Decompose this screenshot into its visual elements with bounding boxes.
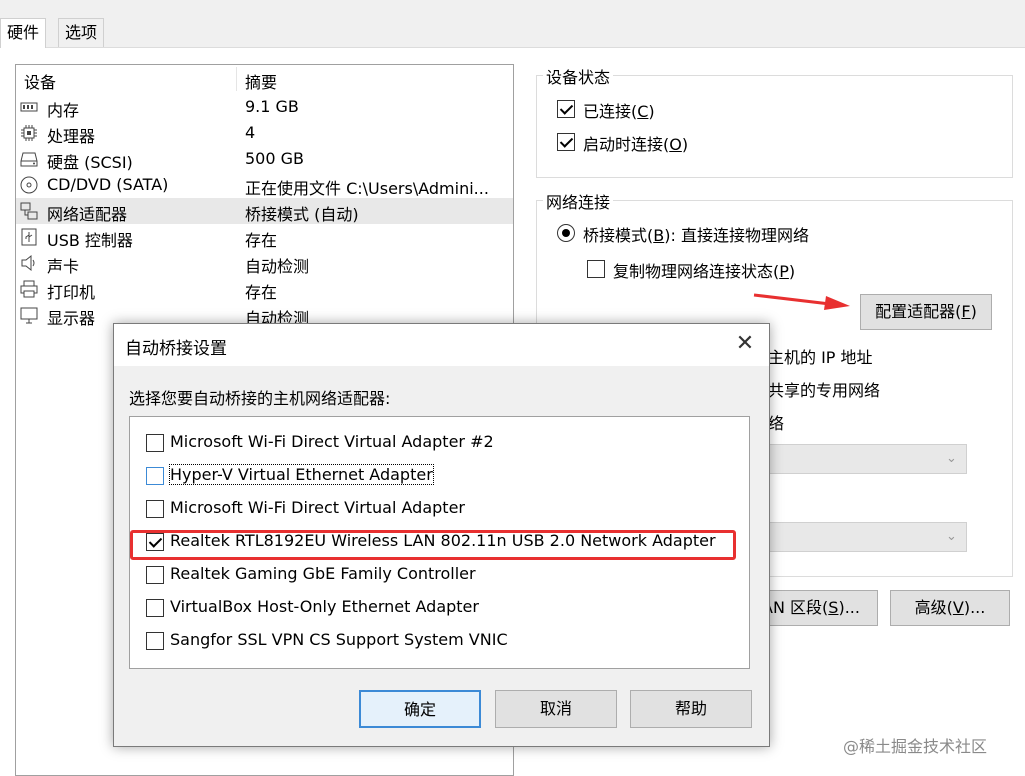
- chevron-down-icon: ⌄: [946, 529, 957, 544]
- adapter-checkbox[interactable]: [146, 434, 164, 452]
- device-row-processor[interactable]: 处理器 4: [16, 120, 513, 146]
- nat-mode-partial-text: 主机的 IP 地址: [768, 348, 873, 367]
- network-connection-title: 网络连接: [543, 189, 614, 213]
- column-header-device[interactable]: 设备: [24, 69, 56, 93]
- device-name: USB 控制器: [47, 231, 133, 250]
- display-icon: [20, 306, 38, 324]
- cd-dvd-icon: [20, 176, 38, 194]
- connected-checkbox[interactable]: [557, 100, 575, 118]
- bridged-label[interactable]: 桥接模式(B): 直接连接物理网络: [583, 222, 809, 246]
- device-row-cd-dvd[interactable]: CD/DVD (SATA) 正在使用文件 C:\Users\Admini...: [16, 172, 513, 198]
- device-row-memory[interactable]: 内存 9.1 GB: [16, 94, 513, 120]
- cpu-icon: [20, 124, 38, 142]
- device-summary: 存在: [245, 283, 278, 302]
- help-button[interactable]: 帮助: [630, 690, 752, 728]
- adapter-checkbox[interactable]: [146, 599, 164, 617]
- adapter-label: Realtek Gaming GbE Family Controller: [170, 564, 476, 583]
- dialog-title: 自动桥接设置: [125, 339, 227, 359]
- close-icon[interactable]: ✕: [732, 331, 758, 357]
- harddisk-icon: [20, 150, 38, 168]
- ok-button[interactable]: 确定: [359, 690, 481, 728]
- device-name: 处理器: [47, 127, 96, 146]
- device-summary: 9.1 GB: [245, 97, 299, 116]
- configure-adapters-button[interactable]: 配置适配器(F): [860, 294, 992, 330]
- dialog-prompt: 选择您要自动桥接的主机网络适配器:: [129, 389, 391, 408]
- tab-options[interactable]: 选项: [58, 18, 105, 47]
- memory-icon: [20, 98, 38, 116]
- adapter-checkbox[interactable]: [146, 566, 164, 584]
- network-adapter-icon: [20, 202, 38, 220]
- watermark: @稀土掘金技术社区: [843, 737, 988, 756]
- device-name: 硬盘 (SCSI): [47, 153, 133, 172]
- tab-hardware[interactable]: 硬件: [0, 18, 47, 48]
- device-name: 声卡: [47, 257, 80, 276]
- replicate-state-checkbox[interactable]: [587, 260, 605, 278]
- highlight-annotation-box: [130, 530, 736, 560]
- column-header-summary[interactable]: 摘要: [245, 69, 277, 93]
- replicate-state-label[interactable]: 复制物理网络连接状态(P): [613, 258, 795, 282]
- device-name: 网络适配器: [47, 205, 128, 224]
- device-name: 内存: [47, 101, 80, 120]
- custom-partial-text: 络: [768, 414, 785, 433]
- device-list-header: 设备 摘要: [16, 65, 513, 93]
- usb-icon: [20, 228, 38, 246]
- device-status-title: 设备状态: [543, 64, 614, 88]
- cancel-button[interactable]: 取消: [495, 690, 617, 728]
- adapter-label: VirtualBox Host-Only Ethernet Adapter: [170, 597, 479, 616]
- advanced-button[interactable]: 高级(V)...: [890, 590, 1010, 626]
- adapter-label: Hyper-V Virtual Ethernet Adapter: [169, 464, 434, 485]
- bridged-radio[interactable]: [557, 224, 575, 242]
- device-status-group: [536, 75, 1013, 178]
- adapter-checkbox[interactable]: [146, 500, 164, 518]
- device-row-sound-card[interactable]: 声卡 自动检测: [16, 250, 513, 276]
- device-row-printer[interactable]: 打印机 存在: [16, 276, 513, 302]
- device-summary: 500 GB: [245, 149, 304, 168]
- device-name: 显示器: [47, 309, 96, 328]
- adapter-checkbox[interactable]: [146, 467, 164, 485]
- device-summary: 存在: [245, 231, 278, 250]
- device-name: CD/DVD (SATA): [47, 175, 169, 194]
- adapter-label: Sangfor SSL VPN CS Support System VNIC: [170, 630, 508, 649]
- custom-network-combo[interactable]: ⌄: [768, 444, 967, 474]
- device-summary: 4: [245, 123, 256, 142]
- dialog-titlebar: 自动桥接设置 ✕: [114, 324, 769, 366]
- connect-at-power-on-label[interactable]: 启动时连接(O): [583, 131, 688, 155]
- red-arrow-annotation: [753, 293, 850, 310]
- device-summary: 自动检测: [245, 257, 310, 276]
- adapter-label: Microsoft Wi-Fi Direct Virtual Adapter: [170, 498, 465, 517]
- device-summary: 桥接模式 (自动): [245, 205, 359, 224]
- device-row-usb-controller[interactable]: USB 控制器 存在: [16, 224, 513, 250]
- host-only-partial-text: 共享的专用网络: [768, 381, 881, 400]
- adapter-label: Microsoft Wi-Fi Direct Virtual Adapter #…: [170, 432, 494, 451]
- adapter-checkbox[interactable]: [146, 632, 164, 650]
- device-row-network-adapter[interactable]: 网络适配器 桥接模式 (自动): [16, 198, 513, 224]
- device-row-harddisk[interactable]: 硬盘 (SCSI) 500 GB: [16, 146, 513, 172]
- connect-at-power-on-checkbox[interactable]: [557, 133, 575, 151]
- auto-bridging-dialog: 自动桥接设置 ✕ 选择您要自动桥接的主机网络适配器: Microsoft Wi-…: [113, 323, 770, 747]
- column-separator: [236, 67, 237, 91]
- tab-strip: [0, 0, 1025, 48]
- device-summary: 正在使用文件 C:\Users\Admini...: [245, 179, 489, 198]
- speaker-icon: [20, 254, 38, 272]
- connected-label[interactable]: 已连接(C): [583, 98, 655, 122]
- device-name: 打印机: [47, 283, 96, 302]
- lan-segment-combo[interactable]: ⌄: [768, 522, 967, 552]
- printer-icon: [20, 280, 38, 298]
- chevron-down-icon: ⌄: [946, 451, 957, 466]
